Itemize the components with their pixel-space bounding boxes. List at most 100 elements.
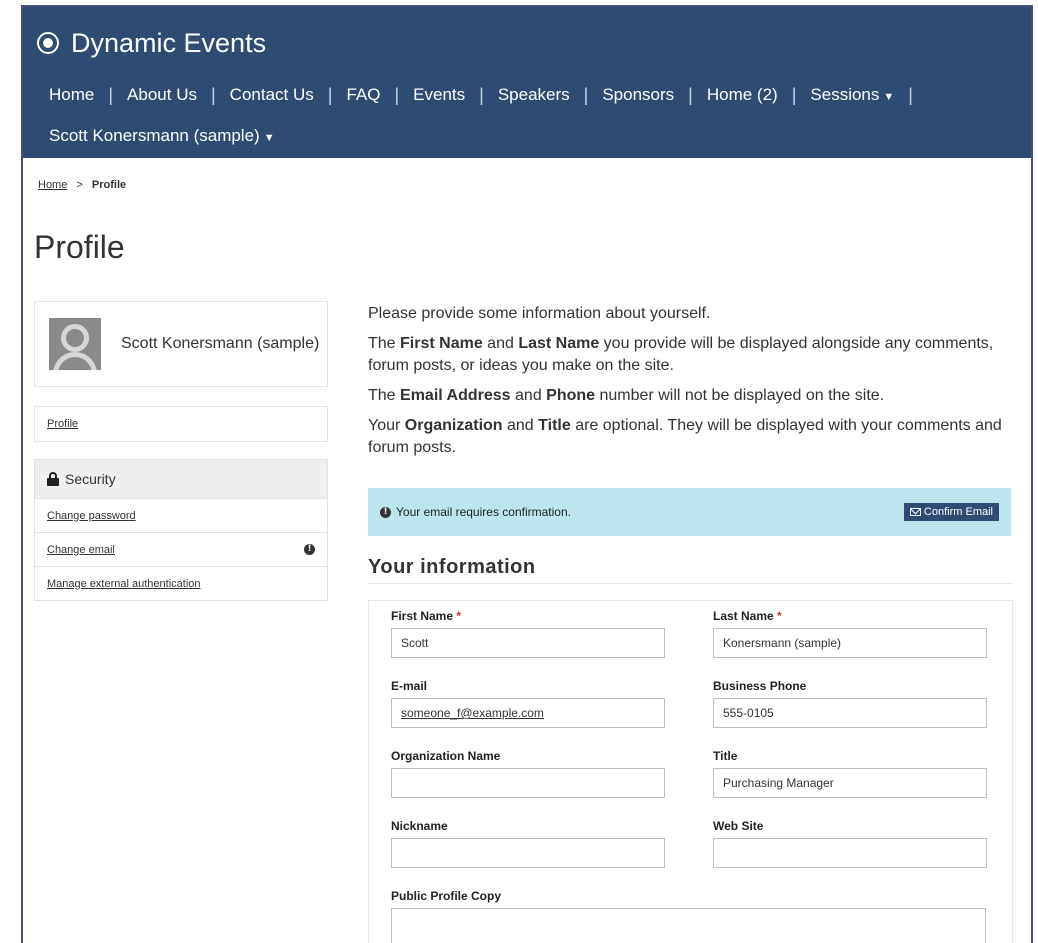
intro-paragraph: Please provide some information about yo…: [368, 305, 711, 322]
brand[interactable]: Dynamic Events: [37, 25, 266, 61]
brand-title: Dynamic Events: [71, 27, 267, 58]
caret-down-icon: ▼: [883, 91, 895, 103]
text-span: Your: [368, 417, 405, 434]
required-mark: *: [777, 609, 782, 623]
nav-home-2[interactable]: Home (2): [693, 85, 792, 105]
title-group: Title Purchasing Manager: [713, 749, 987, 798]
last-name-label: Last Name *: [713, 609, 987, 623]
nav-events[interactable]: Events: [399, 85, 479, 105]
organization-group: Organization Name: [391, 749, 665, 798]
nickname-label: Nickname: [391, 819, 448, 833]
avatar: [49, 318, 101, 370]
breadcrumb-home-link[interactable]: Home: [38, 179, 67, 191]
email-group: E-mail someone_f@example.com: [391, 679, 665, 728]
nav-speakers[interactable]: Speakers: [484, 85, 584, 105]
security-item-external-auth[interactable]: Manage external authentication: [35, 566, 327, 600]
intro-paragraph: The First Name and Last Name you provide…: [368, 333, 1013, 377]
text-span: The: [368, 335, 401, 352]
text-strong: Phone: [546, 387, 596, 404]
intro-paragraph: Your Organization and Title are optional…: [368, 415, 1013, 459]
nickname-field[interactable]: [391, 838, 665, 868]
radio-logo-icon: [37, 32, 59, 54]
business-phone-field[interactable]: 555-0105: [713, 698, 987, 728]
breadcrumb-separator: >: [76, 179, 83, 191]
intro-text: Please provide some information about yo…: [368, 303, 1013, 459]
organization-label: Organization Name: [391, 749, 501, 763]
user-menu-label: Scott Konersmann (sample): [49, 126, 260, 145]
exclamation-circle-icon: !: [304, 544, 315, 555]
website-field[interactable]: [713, 838, 987, 868]
nav-sponsors[interactable]: Sponsors: [588, 85, 688, 105]
nav-sessions-dropdown[interactable]: Sessions ▼: [796, 85, 908, 105]
manage-external-auth-link[interactable]: Manage external authentication: [47, 578, 201, 590]
nav-home[interactable]: Home: [35, 85, 108, 105]
site-header: Dynamic Events Home | About Us | Contact…: [23, 7, 1031, 158]
confirm-email-label: Confirm Email: [923, 506, 993, 518]
website-group: Web Site: [713, 819, 987, 868]
alert-text: Your email requires confirmation.: [396, 505, 571, 519]
profile-form: First Name * Scott Last Name * Konersman…: [368, 600, 1013, 943]
last-name-field[interactable]: Konersmann (sample): [713, 628, 987, 658]
website-label: Web Site: [713, 819, 764, 833]
text-strong: Organization: [404, 417, 503, 434]
text-span: and: [502, 417, 539, 434]
page-title: Profile: [34, 229, 125, 265]
email-field[interactable]: someone_f@example.com: [391, 698, 665, 728]
organization-field[interactable]: [391, 768, 665, 798]
avatar-body-shape: [53, 352, 97, 370]
security-item-change-email[interactable]: Change email !: [35, 532, 327, 566]
nav-contact-us[interactable]: Contact Us: [216, 85, 328, 105]
email-label: E-mail: [391, 679, 428, 693]
lock-icon: [47, 472, 59, 486]
confirm-email-button[interactable]: Confirm Email: [903, 503, 999, 521]
text-strong: Title: [538, 417, 571, 434]
text-strong: Last Name: [518, 335, 600, 352]
first-name-label: First Name *: [391, 609, 665, 623]
security-item-change-password[interactable]: Change password: [35, 498, 327, 532]
public-profile-textarea[interactable]: [391, 908, 986, 943]
required-mark: *: [456, 609, 462, 623]
breadcrumb: Home > Profile: [38, 179, 126, 191]
envelope-icon: [909, 508, 921, 516]
exclamation-circle-icon: !: [380, 506, 391, 518]
breadcrumb-current: Profile: [91, 179, 127, 191]
phone-group: Business Phone 555-0105: [713, 679, 987, 728]
security-panel: Security Change password Change email ! …: [34, 459, 328, 601]
profile-card: Scott Konersmann (sample): [34, 301, 328, 387]
caret-down-icon: ▼: [263, 132, 275, 144]
business-phone-label: Business Phone: [713, 679, 807, 693]
intro-paragraph: The Email Address and Phone number will …: [368, 385, 1013, 407]
last-name-group: Last Name * Konersmann (sample): [713, 609, 987, 658]
nav-divider: |: [908, 84, 913, 105]
profile-user-name: Scott Konersmann (sample): [121, 335, 320, 352]
nickname-group: Nickname: [391, 819, 665, 868]
section-title: Your information: [368, 556, 1013, 584]
text-span: and: [482, 335, 519, 352]
alert-message: ! Your email requires confirmation.: [380, 505, 571, 519]
text-strong: First Name: [400, 335, 483, 352]
sidebar-profile-item[interactable]: Profile: [34, 406, 328, 442]
avatar-head-shape: [61, 324, 89, 352]
email-confirmation-alert: ! Your email requires confirmation. Conf…: [368, 488, 1011, 536]
title-field[interactable]: Purchasing Manager: [713, 768, 987, 798]
change-email-link[interactable]: Change email: [47, 544, 115, 556]
main-content: Please provide some information about yo…: [368, 303, 1013, 943]
security-heading-label: Security: [65, 471, 116, 487]
text-span: The: [368, 387, 401, 404]
user-menu-dropdown[interactable]: Scott Konersmann (sample) ▼: [35, 126, 289, 146]
browser-frame: Dynamic Events Home | About Us | Contact…: [21, 5, 1033, 943]
security-heading: Security: [35, 460, 327, 498]
text-strong: Email Address: [400, 387, 511, 404]
label-text: First Name: [391, 609, 454, 623]
first-name-field[interactable]: Scott: [391, 628, 665, 658]
text-span: and: [510, 387, 547, 404]
title-label: Title: [713, 749, 738, 763]
public-profile-label: Public Profile Copy: [391, 889, 502, 903]
user-nav: Scott Konersmann (sample) ▼: [35, 120, 289, 152]
public-profile-group: Public Profile Copy: [391, 889, 986, 943]
sidebar-profile-link[interactable]: Profile: [47, 418, 78, 430]
nav-faq[interactable]: FAQ: [332, 85, 394, 105]
nav-about-us[interactable]: About Us: [113, 85, 211, 105]
change-password-link[interactable]: Change password: [47, 510, 136, 522]
text-span: number will not be displayed on the site…: [595, 387, 885, 404]
